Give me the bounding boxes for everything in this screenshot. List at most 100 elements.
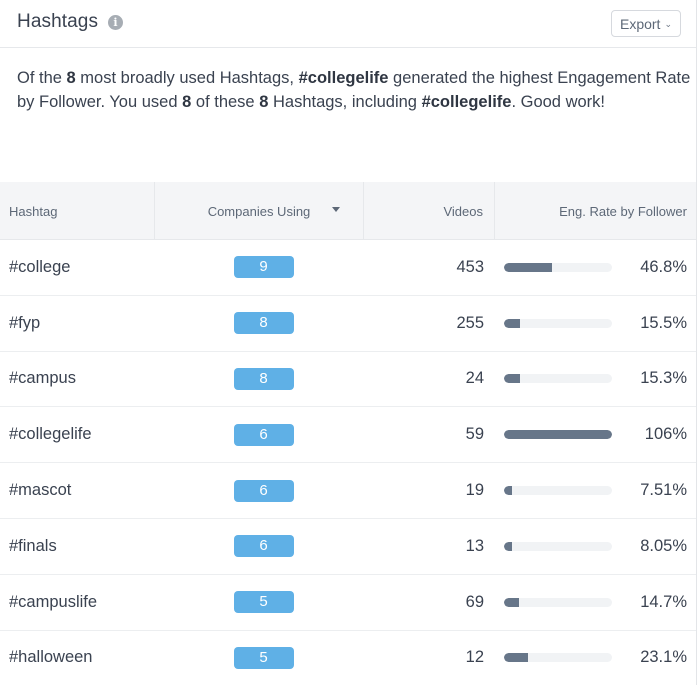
eng-rate-cell: 23.1% (495, 648, 696, 667)
companies-cell: 9 (155, 256, 364, 279)
summary-highlight: #collegelife (421, 93, 512, 111)
table-row[interactable]: #mascot 6 19 7.51% (0, 463, 696, 519)
export-label: Export (619, 15, 661, 32)
summary-segment: most broadly used Hashtags, (75, 69, 299, 87)
videos-cell: 453 (456, 257, 484, 276)
eng-rate-bar-track (504, 318, 612, 328)
table-row[interactable]: #campus 8 24 15.3% (0, 352, 696, 408)
videos-cell: 13 (465, 536, 484, 555)
companies-cell: 8 (155, 312, 364, 335)
eng-rate-bar-track (504, 653, 612, 663)
column-label: Companies Using (207, 203, 311, 219)
eng-rate-bar-fill (504, 318, 520, 328)
eng-rate-bar-track (504, 262, 612, 272)
hashtag-cell: #campuslife (9, 592, 98, 611)
summary-segment: Hashtags, including (268, 93, 422, 111)
table-row[interactable]: #halloween 5 12 23.1% (0, 631, 696, 685)
column-header-videos[interactable]: Videos (364, 182, 495, 240)
companies-cell: 6 (155, 479, 364, 502)
eng-rate-bar-track (504, 541, 612, 551)
eng-rate-cell: 15.3% (495, 369, 696, 388)
hashtag-cell: #halloween (9, 648, 93, 667)
videos-cell: 19 (465, 481, 484, 500)
eng-rate-value: 8.05% (640, 536, 687, 555)
hashtags-panel: Hashtags i Export ⌄ Of the 8 most broadl… (0, 0, 697, 685)
export-button[interactable]: Export ⌄ (611, 10, 681, 37)
eng-rate-bar-track (504, 486, 612, 496)
eng-rate-cell: 14.7% (495, 592, 696, 612)
summary-segment: of these (191, 93, 260, 111)
info-circle-icon[interactable]: i (108, 15, 123, 30)
summary-highlight: #collegelife (298, 69, 389, 87)
eng-rate-bar-track (504, 430, 612, 440)
videos-cell: 59 (465, 425, 484, 444)
panel-header: Hashtags i Export ⌄ (0, 0, 696, 48)
eng-rate-value: 23.1% (640, 648, 687, 667)
videos-cell: 12 (465, 648, 484, 667)
eng-rate-bar-fill (504, 374, 520, 384)
table-row[interactable]: #fyp 8 255 15.5% (0, 296, 696, 352)
eng-rate-bar-track (504, 374, 612, 384)
companies-cell: 8 (155, 367, 364, 390)
summary-segment: Of the (17, 69, 67, 87)
column-header-hashtag[interactable]: Hashtag (0, 182, 155, 240)
eng-rate-cell: 8.05% (495, 536, 696, 556)
caret-down-icon[interactable] (332, 207, 340, 212)
eng-rate-cell: 15.5% (495, 313, 696, 333)
hashtags-table: Hashtag Companies Using Videos Eng. Rate… (0, 182, 696, 685)
column-label: Eng. Rate by Follower (559, 203, 687, 219)
eng-rate-bar-fill (504, 262, 552, 272)
companies-badge: 5 (233, 646, 294, 669)
table-row[interactable]: #campuslife 5 69 14.7% (0, 575, 696, 631)
summary-text: Of the 8 most broadly used Hashtags, #co… (17, 66, 696, 114)
column-header-companies-using[interactable]: Companies Using (155, 182, 364, 240)
companies-cell: 6 (155, 535, 364, 558)
summary-highlight: 8 (182, 93, 192, 111)
companies-badge: 6 (233, 535, 294, 558)
companies-badge: 9 (233, 256, 294, 279)
eng-rate-bar-fill (504, 653, 528, 663)
eng-rate-bar-fill (504, 597, 519, 607)
companies-badge: 6 (233, 479, 294, 502)
companies-badge: 5 (233, 591, 294, 614)
eng-rate-cell: 106% (495, 425, 696, 444)
companies-cell: 5 (155, 591, 364, 614)
table-row[interactable]: #finals 6 13 8.05% (0, 519, 696, 575)
hashtag-cell: #collegelife (9, 425, 92, 444)
eng-rate-bar-fill (504, 486, 512, 496)
table-row[interactable]: #collegelife 6 59 106% (0, 407, 696, 464)
column-label: Videos (443, 203, 483, 219)
hashtag-cell: #college (9, 257, 71, 276)
eng-rate-cell: 46.8% (495, 257, 696, 277)
companies-cell: 6 (155, 423, 364, 446)
hashtag-cell: #finals (9, 536, 57, 555)
videos-cell: 255 (456, 313, 484, 332)
table-row[interactable]: #college 9 453 46.8% (0, 240, 696, 296)
eng-rate-value: 14.7% (640, 592, 687, 611)
column-header-eng-rate[interactable]: Eng. Rate by Follower (495, 182, 696, 240)
summary-segment: . Good work! (511, 93, 605, 111)
companies-badge: 6 (233, 423, 294, 446)
hashtag-cell: #campus (9, 369, 76, 388)
summary-highlight: 8 (66, 69, 76, 87)
eng-rate-value: 106% (644, 425, 687, 444)
eng-rate-bar-track (504, 597, 612, 607)
eng-rate-bar-fill (504, 541, 512, 551)
eng-rate-cell: 7.51% (495, 481, 696, 500)
videos-cell: 69 (465, 592, 484, 611)
hashtag-cell: #fyp (9, 313, 41, 332)
hashtag-cell: #mascot (9, 481, 72, 500)
companies-badge: 8 (233, 312, 294, 335)
companies-badge: 8 (233, 367, 294, 390)
summary-highlight: 8 (259, 93, 269, 111)
companies-cell: 5 (155, 646, 364, 669)
table-header: Hashtag Companies Using Videos Eng. Rate… (0, 182, 696, 240)
chevron-down-icon: ⌄ (664, 19, 672, 29)
column-label: Hashtag (9, 203, 58, 219)
eng-rate-value: 7.51% (640, 481, 687, 500)
eng-rate-value: 15.5% (640, 313, 687, 332)
table-body: #college 9 453 46.8% #fyp 8 255 15.5% #c… (0, 240, 696, 685)
eng-rate-bar-fill (504, 430, 612, 440)
eng-rate-value: 46.8% (640, 257, 687, 276)
eng-rate-value: 15.3% (640, 369, 687, 388)
